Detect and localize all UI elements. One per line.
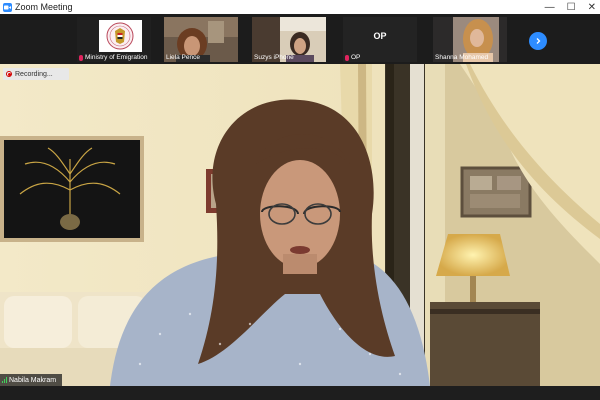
close-button[interactable]: ✕ <box>588 2 596 13</box>
recording-indicator[interactable]: Recording... <box>3 68 69 80</box>
participant-tile[interactable]: OP OP <box>343 17 417 62</box>
muted-mic-icon <box>345 54 349 61</box>
participant-initials: OP <box>373 31 387 41</box>
recording-label: Recording... <box>15 70 53 78</box>
bottom-bar <box>0 386 600 400</box>
active-speaker-video <box>0 64 600 386</box>
maximize-button[interactable]: ☐ <box>567 2 576 13</box>
participant-name: Liela Pence <box>166 54 200 61</box>
speaker-name-tag: Nabila Makram <box>0 374 62 386</box>
participant-name: OP <box>351 54 361 61</box>
window-controls: — ☐ ✕ <box>545 0 596 14</box>
speaker-name: Nabila Makram <box>9 376 57 384</box>
speaker-video-frame <box>0 64 600 386</box>
participant-strip: Ministry of Emigration Liela Pence Suzys… <box>0 14 600 64</box>
participant-name: Ministry of Emigration <box>85 54 148 61</box>
record-icon <box>6 71 12 77</box>
window-title: Zoom Meeting <box>15 2 73 12</box>
minimize-button[interactable]: — <box>545 2 555 13</box>
next-page-button[interactable] <box>529 32 547 50</box>
zoom-logo-icon <box>3 2 12 12</box>
participant-name: Suzys iPhone <box>254 54 294 61</box>
participant-name: Shanna Mohamed <box>435 54 489 61</box>
participant-tile[interactable]: Shanna Mohamed <box>433 17 507 62</box>
chevron-right-icon <box>536 38 541 44</box>
participant-tile[interactable]: Suzys iPhone <box>252 17 326 62</box>
title-bar: Zoom Meeting — ☐ ✕ <box>0 0 600 14</box>
signal-icon <box>2 377 7 383</box>
participant-tile[interactable]: Ministry of Emigration <box>77 17 151 62</box>
participant-tile[interactable]: Liela Pence <box>164 17 238 62</box>
muted-mic-icon <box>79 54 83 61</box>
